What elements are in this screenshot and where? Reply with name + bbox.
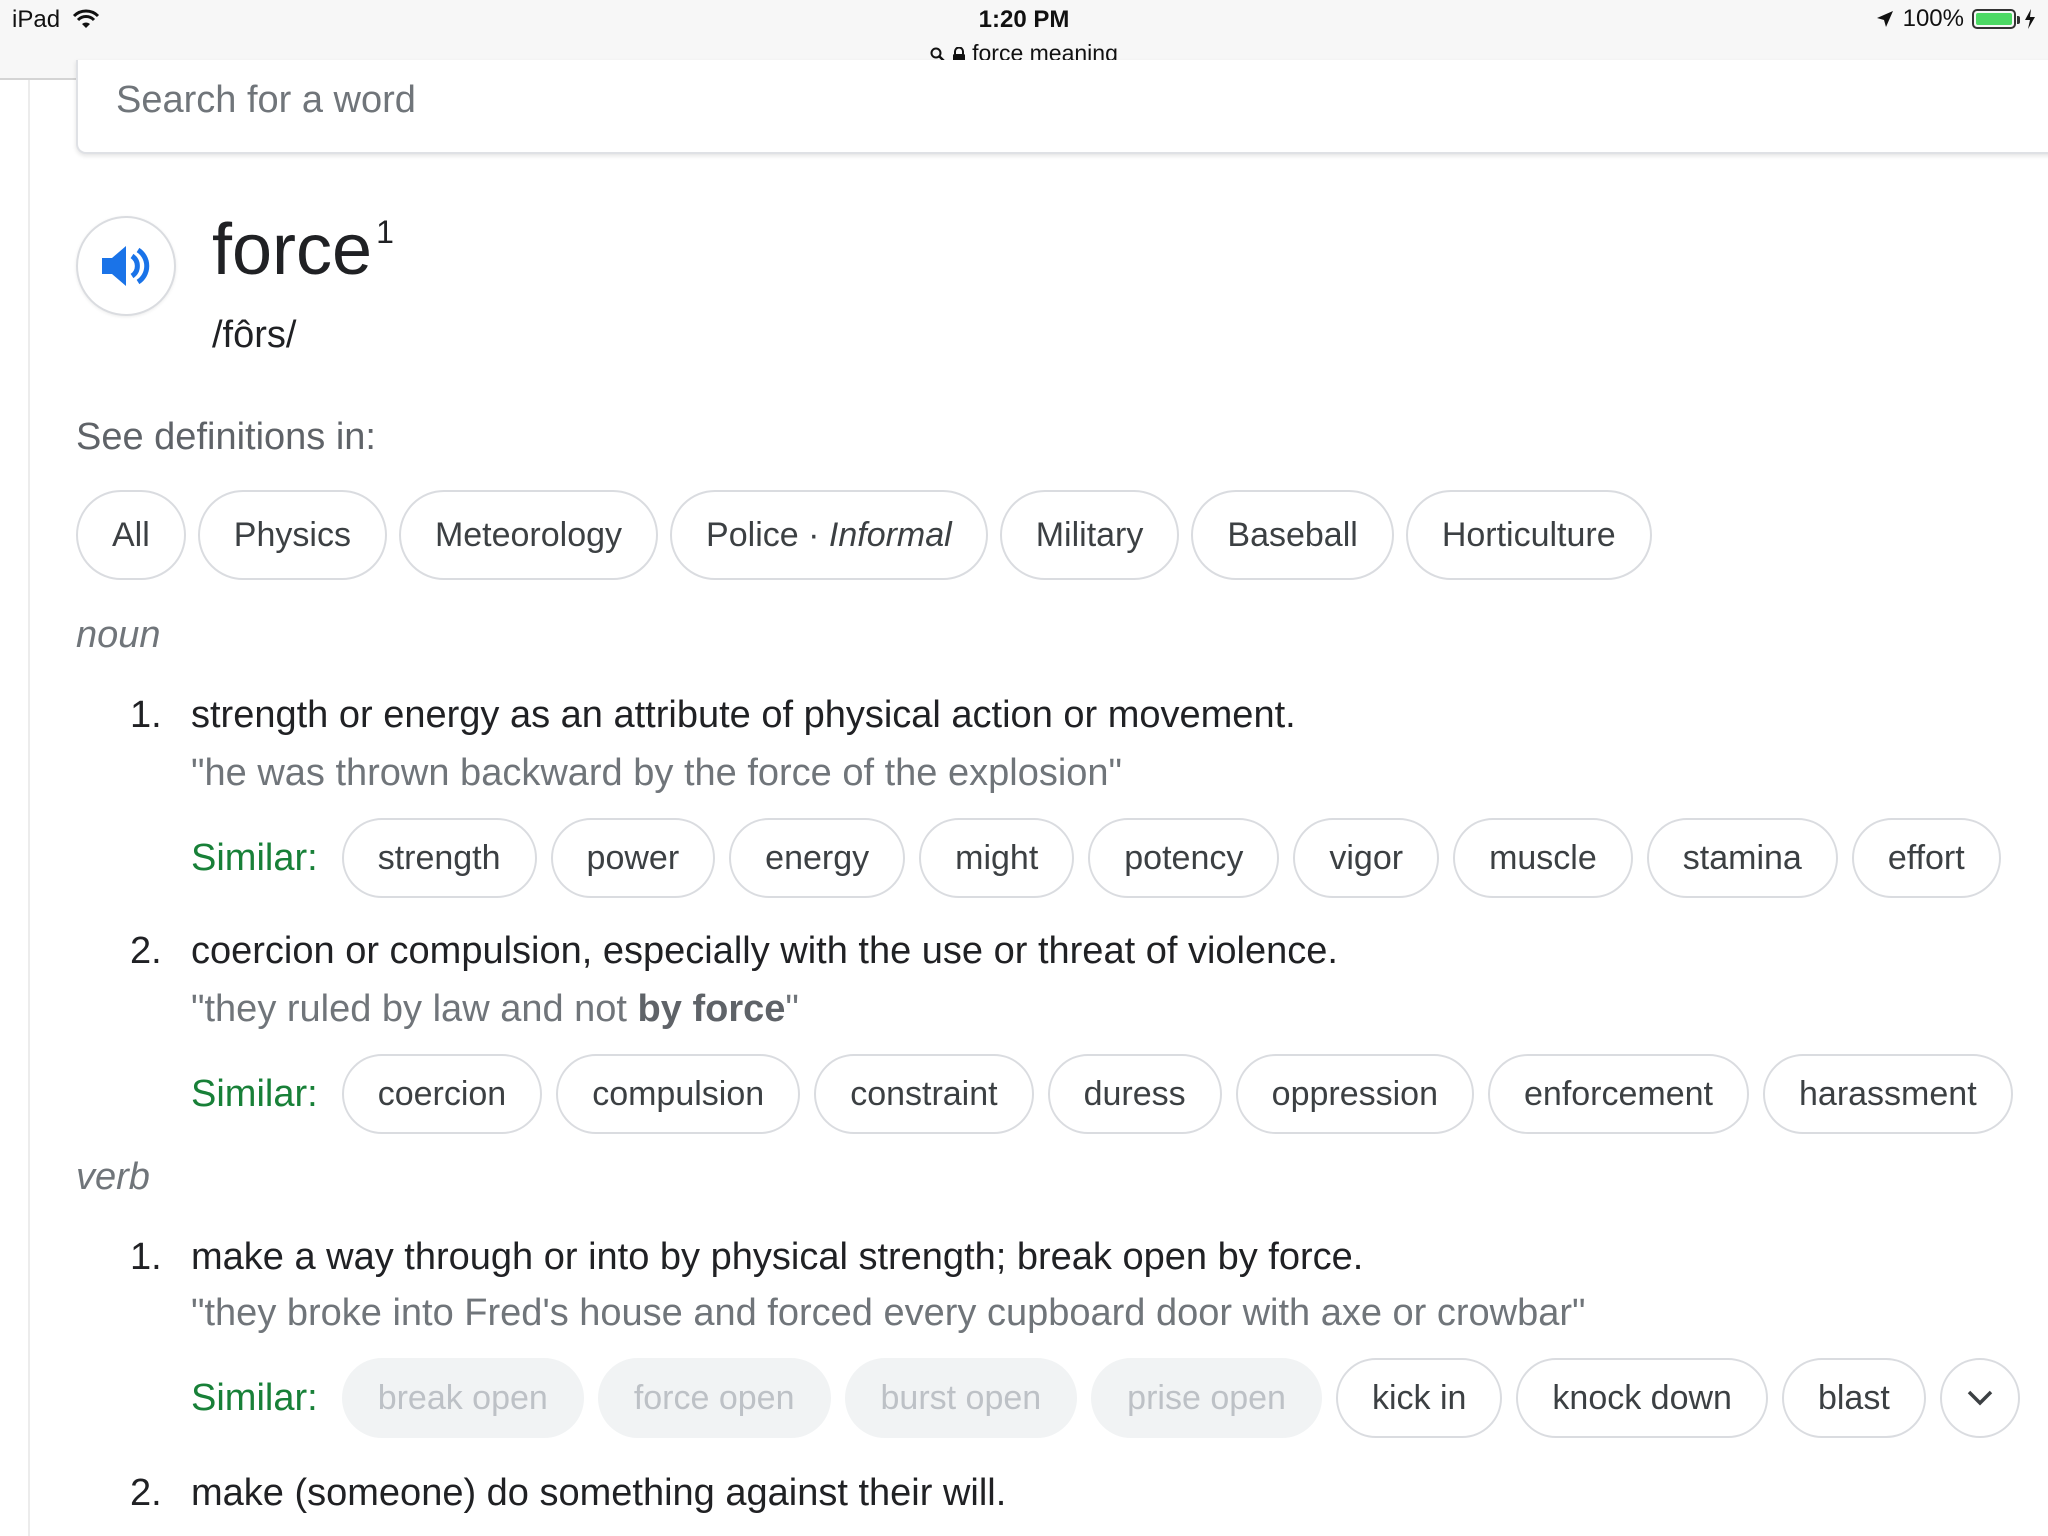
synonym-chip[interactable]: blast — [1781, 1358, 1926, 1438]
sense-definition: coercion or compulsion, especially with … — [191, 930, 1338, 972]
similar-label: Similar: — [191, 1376, 318, 1419]
search-box[interactable] — [76, 60, 2048, 154]
sense-number: 1. — [130, 1236, 162, 1278]
synonym-chip[interactable]: stamina — [1646, 818, 1838, 898]
similar-row: Similar: coercion compulsion constraint … — [191, 1054, 2013, 1134]
synonym-chip[interactable]: power — [550, 818, 716, 898]
page-left-border — [28, 80, 30, 1536]
synonym-chip[interactable]: enforcement — [1488, 1054, 1749, 1134]
sense-definition: strength or energy as an attribute of ph… — [191, 694, 1296, 736]
homograph-number: 1 — [376, 214, 394, 250]
synonym-chip[interactable]: vigor — [1293, 818, 1440, 898]
synonym-chip[interactable]: coercion — [341, 1054, 543, 1134]
synonym-chip[interactable]: effort — [1851, 818, 2001, 898]
expand-synonyms-button[interactable] — [1939, 1358, 2020, 1438]
synonym-chip[interactable]: muscle — [1453, 818, 1633, 898]
sense-number: 2. — [130, 1472, 162, 1514]
charging-bolt-icon — [2025, 9, 2035, 29]
example-highlight: by force — [637, 988, 786, 1030]
chevron-down-icon — [1967, 1390, 1993, 1406]
chip-physics[interactable]: Physics — [197, 490, 387, 580]
sense-definition: make (someone) do something against thei… — [191, 1472, 1007, 1514]
chip-meteorology[interactable]: Meteorology — [398, 490, 659, 580]
synonym-chip-muted[interactable]: force open — [597, 1358, 831, 1438]
part-of-speech-verb: verb — [76, 1156, 150, 1198]
chip-horticulture[interactable]: Horticulture — [1405, 490, 1652, 580]
synonym-chip-muted[interactable]: break open — [341, 1358, 584, 1438]
sense-number: 2. — [130, 930, 162, 972]
status-right: 100% — [1875, 4, 2036, 34]
example-text-end: " — [785, 988, 799, 1030]
chip-baseball[interactable]: Baseball — [1191, 490, 1394, 580]
chip-all[interactable]: All — [76, 490, 186, 580]
synonym-chip[interactable]: compulsion — [556, 1054, 801, 1134]
synonym-chip-muted[interactable]: burst open — [844, 1358, 1078, 1438]
similar-label: Similar: — [191, 836, 318, 879]
sense-example: "they broke into Fred's house and forced… — [191, 1292, 1586, 1334]
chip-military[interactable]: Military — [999, 490, 1180, 580]
similar-row: Similar: strength power energy might pot… — [191, 818, 2001, 898]
part-of-speech-noun: noun — [76, 614, 161, 656]
headword: force 1 — [212, 214, 394, 286]
synonym-chip[interactable]: duress — [1047, 1054, 1222, 1134]
synonym-chip[interactable]: potency — [1088, 818, 1280, 898]
see-definitions-label: See definitions in: — [76, 416, 376, 458]
similar-label: Similar: — [191, 1072, 318, 1115]
pronunciation-button[interactable] — [76, 216, 176, 316]
synonym-chip[interactable]: knock down — [1516, 1358, 1768, 1438]
chip-separator: · — [808, 515, 820, 554]
synonym-chip[interactable]: energy — [729, 818, 906, 898]
example-text: "they ruled by law and not — [191, 988, 638, 1030]
sense-definition: make a way through or into by physical s… — [191, 1236, 1364, 1278]
battery-icon — [1972, 9, 2020, 29]
location-arrow-icon — [1876, 11, 1893, 27]
synonym-chip[interactable]: oppression — [1235, 1054, 1474, 1134]
chip-police-informal[interactable]: Police · Informal — [670, 490, 988, 580]
phonetic-spelling: /fôrs/ — [212, 314, 297, 356]
status-time: 1:20 PM — [978, 6, 1070, 33]
headword-text: force — [212, 210, 373, 290]
synonym-chip-muted[interactable]: prise open — [1091, 1358, 1322, 1438]
sense-example: "they ruled by law and not by force" — [191, 988, 799, 1031]
sense-number: 1. — [130, 694, 162, 736]
synonym-chip[interactable]: kick in — [1335, 1358, 1503, 1438]
synonym-chip[interactable]: constraint — [814, 1054, 1034, 1134]
chip-police-qualifier: Informal — [828, 515, 952, 554]
chip-police-label: Police — [706, 515, 799, 554]
speaker-icon — [102, 246, 150, 286]
sense-example: "he was thrown backward by the force of … — [191, 752, 1123, 794]
synonym-chip[interactable]: strength — [341, 818, 537, 898]
battery-percent: 100% — [1902, 5, 1964, 32]
similar-row: Similar: break open force open burst ope… — [191, 1358, 2020, 1438]
search-input[interactable] — [114, 74, 1918, 126]
synonym-chip[interactable]: harassment — [1763, 1054, 2013, 1134]
domain-chips: All Physics Meteorology Police · Informa… — [76, 490, 1652, 580]
synonym-chip[interactable]: might — [919, 818, 1075, 898]
